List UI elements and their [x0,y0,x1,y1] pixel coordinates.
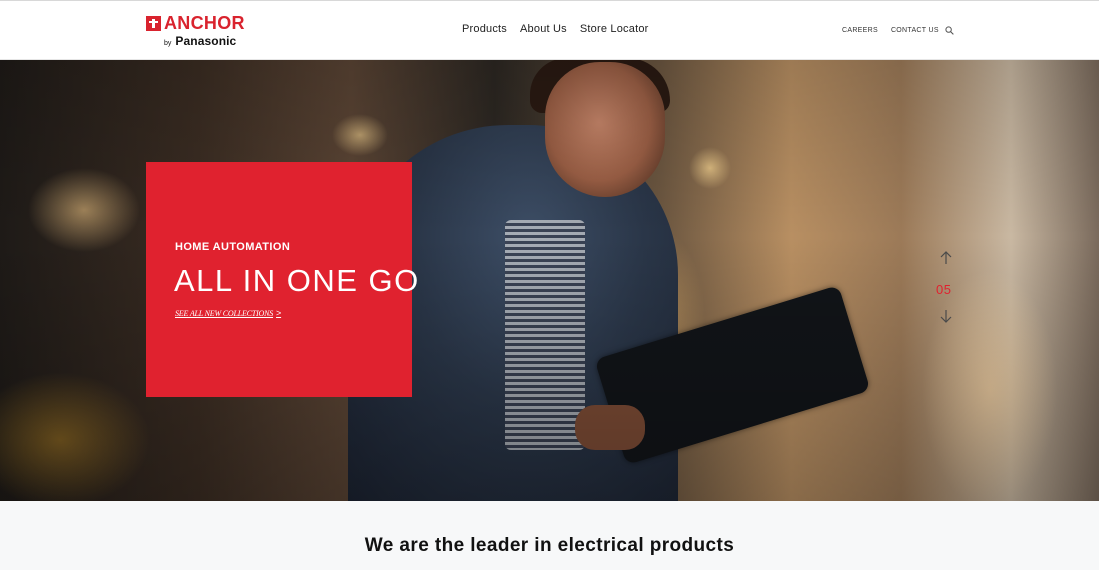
nav-products[interactable]: Products [462,23,507,35]
arrow-up-icon[interactable] [939,251,953,265]
nav-contact-us[interactable]: CONTACT US [891,27,939,34]
logo-brand-text: ANCHOR [164,13,245,33]
logo-by-text: by [164,40,172,47]
see-all-collections-link[interactable]: SEE ALL NEW COLLECTIONS > [175,308,281,318]
site-header: ANCHOR by Panasonic Products About Us St… [0,0,1099,60]
hero-promo-card: HOME AUTOMATION ALL IN ONE GO SEE ALL NE… [146,162,418,397]
main-nav: Products About Us Store Locator [462,23,649,35]
slide-number: 05 [936,282,952,297]
about-heading: We are the leader in electrical products [364,535,735,556]
hero-kicker: HOME AUTOMATION [175,241,291,253]
nav-careers[interactable]: CAREERS [842,27,878,34]
about-section: We are the leader in electrical products [0,501,1099,570]
arrow-down-icon[interactable] [939,309,953,323]
anchor-panasonic-logo[interactable]: ANCHOR by Panasonic [146,14,256,50]
search-icon[interactable] [945,26,954,35]
nav-store-locator[interactable]: Store Locator [580,23,649,35]
see-all-collections-label: SEE ALL NEW COLLECTIONS [175,309,274,318]
logo-parent-text: Panasonic [175,34,237,48]
hero-banner: HOME AUTOMATION ALL IN ONE GO SEE ALL NE… [0,60,1099,501]
utility-nav: CAREERS CONTACT US [842,27,939,34]
chevron-right-icon: > [276,308,282,318]
anchor-icon [146,15,161,31]
nav-about-us[interactable]: About Us [520,23,567,35]
hero-title: ALL IN ONE GO [174,263,420,298]
